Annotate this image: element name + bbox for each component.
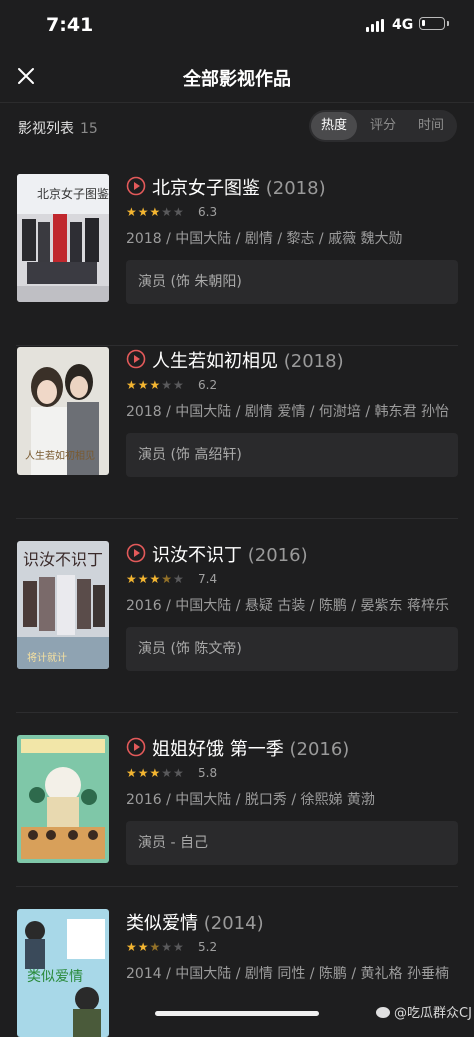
role-info: 演员 (饰 高绍轩)	[126, 433, 458, 477]
item-title[interactable]: 北京女子图鉴 (2018)	[152, 174, 326, 200]
svg-text:类似爱情: 类似爱情	[27, 969, 83, 985]
divider	[16, 345, 458, 346]
svg-text:人生若如初相见: 人生若如初相见	[25, 449, 95, 462]
star-rating-icon: ★★★★★	[126, 766, 185, 780]
sort-option-time[interactable]: 时间	[407, 110, 455, 142]
rating: ★★★★★ 6.2	[126, 375, 458, 395]
rating-score: 5.8	[198, 766, 218, 780]
divider	[16, 886, 458, 887]
item-year: (2018)	[283, 351, 344, 372]
battery-icon	[419, 17, 449, 30]
page-title: 全部影视作品	[183, 69, 291, 90]
home-indicator[interactable]	[155, 1011, 319, 1016]
item-year: (2016)	[247, 545, 308, 566]
item-title[interactable]: 识汝不识丁 (2016)	[152, 541, 308, 567]
rating: ★★★★★ 7.4	[126, 569, 458, 589]
nav-header: 全部影视作品	[0, 50, 474, 103]
item-year: (2018)	[265, 178, 326, 199]
item-year: (2014)	[203, 913, 264, 934]
play-icon[interactable]	[126, 543, 146, 563]
star-rating-icon: ★★★★★	[126, 572, 185, 586]
sort-toggle: 热度 评分 时间	[309, 110, 457, 142]
rating: ★★★★★ 6.3	[126, 202, 458, 222]
rating: ★★★★★ 5.8	[126, 763, 458, 783]
item-info: 识汝不识丁 (2016) ★★★★★ 7.4 2016 / 中国大陆 / 悬疑 …	[126, 541, 458, 671]
play-icon[interactable]	[126, 176, 146, 196]
item-info: 北京女子图鉴 (2018) ★★★★★ 6.3 2018 / 中国大陆 / 剧情…	[126, 174, 458, 304]
role-info: 演员 (饰 朱朝阳)	[126, 260, 458, 304]
svg-text:识汝不识丁: 识汝不识丁	[23, 550, 103, 569]
poster-image[interactable]: 类似爱情	[17, 909, 109, 1037]
poster-image[interactable]: 识汝不识丁 将计就计	[17, 541, 109, 669]
poster-image[interactable]: 北京女子图鉴	[17, 174, 109, 302]
weibo-logo-icon	[376, 1007, 390, 1018]
divider	[16, 518, 458, 519]
status-time: 7:41	[46, 14, 94, 36]
item-title[interactable]: 姐姐好饿 第一季 (2016)	[152, 735, 349, 761]
item-meta: 2018 / 中国大陆 / 剧情 / 黎志 / 戚薇 魏大勋	[126, 231, 403, 247]
rating-score: 6.2	[198, 378, 218, 392]
item-info: 姐姐好饿 第一季 (2016) ★★★★★ 5.8 2016 / 中国大陆 / …	[126, 735, 458, 865]
item-meta: 2014 / 中国大陆 / 剧情 同性 / 陈鹏 / 黄礼格 孙垂楠	[126, 966, 449, 982]
item-year: (2016)	[289, 739, 350, 760]
poster-image[interactable]: 人生若如初相见	[17, 347, 109, 475]
item-meta: 2018 / 中国大陆 / 剧情 爱情 / 何澍培 / 韩东君 孙怡	[126, 404, 449, 420]
sort-option-rating[interactable]: 评分	[359, 110, 407, 142]
star-rating-icon: ★★★★★	[126, 205, 185, 219]
item-meta: 2016 / 中国大陆 / 悬疑 古装 / 陈鹏 / 晏紫东 蒋梓乐	[126, 598, 449, 614]
status-bar: 7:41 4G	[0, 0, 474, 50]
star-rating-icon: ★★★★★	[126, 940, 185, 954]
item-title[interactable]: 人生若如初相见 (2018)	[152, 347, 344, 373]
play-icon[interactable]	[126, 737, 146, 757]
svg-text:将计就计: 将计就计	[27, 651, 67, 664]
list-count: 15	[80, 121, 98, 137]
item-title[interactable]: 类似爱情 (2014)	[126, 909, 264, 935]
svg-text:北京女子图鉴: 北京女子图鉴	[37, 186, 109, 201]
rating-score: 7.4	[198, 572, 218, 586]
sort-option-hot[interactable]: 热度	[311, 112, 357, 140]
rating: ★★★★★ 5.2	[126, 937, 458, 957]
rating-score: 5.2	[198, 940, 218, 954]
signal-icon	[366, 19, 386, 32]
list-item[interactable]: 识汝不识丁 将计就计 识汝不识丁 (2016) ★★★★★ 7.4 2016 /…	[0, 541, 474, 713]
list-item[interactable]: 北京女子图鉴 北京女子图鉴 (2018) ★★★★★ 6.3 2018 / 中国…	[0, 174, 474, 346]
role-info: 演员 (饰 陈文帝)	[126, 627, 458, 671]
list-label: 影视列表 15	[18, 121, 98, 137]
item-info: 类似爱情 (2014) ★★★★★ 5.2 2014 / 中国大陆 / 剧情 同…	[126, 909, 458, 985]
poster-image[interactable]	[17, 735, 109, 863]
item-meta: 2016 / 中国大陆 / 脱口秀 / 徐熙娣 黄渤	[126, 792, 375, 808]
list-item[interactable]: 人生若如初相见 人生若如初相见 (2018) ★★★★★ 6.2 2018 / …	[0, 347, 474, 519]
star-rating-icon: ★★★★★	[126, 378, 185, 392]
list-item[interactable]: 姐姐好饿 第一季 (2016) ★★★★★ 5.8 2016 / 中国大陆 / …	[0, 735, 474, 887]
list-header: 影视列表 15 热度 评分 时间	[0, 110, 474, 144]
divider	[16, 712, 458, 713]
play-icon[interactable]	[126, 349, 146, 369]
watermark: @吃瓜群众CJ	[376, 1002, 472, 1021]
network-type: 4G	[392, 17, 414, 33]
item-info: 人生若如初相见 (2018) ★★★★★ 6.2 2018 / 中国大陆 / 剧…	[126, 347, 458, 477]
role-info: 演员 - 自己	[126, 821, 458, 865]
rating-score: 6.3	[198, 205, 218, 219]
